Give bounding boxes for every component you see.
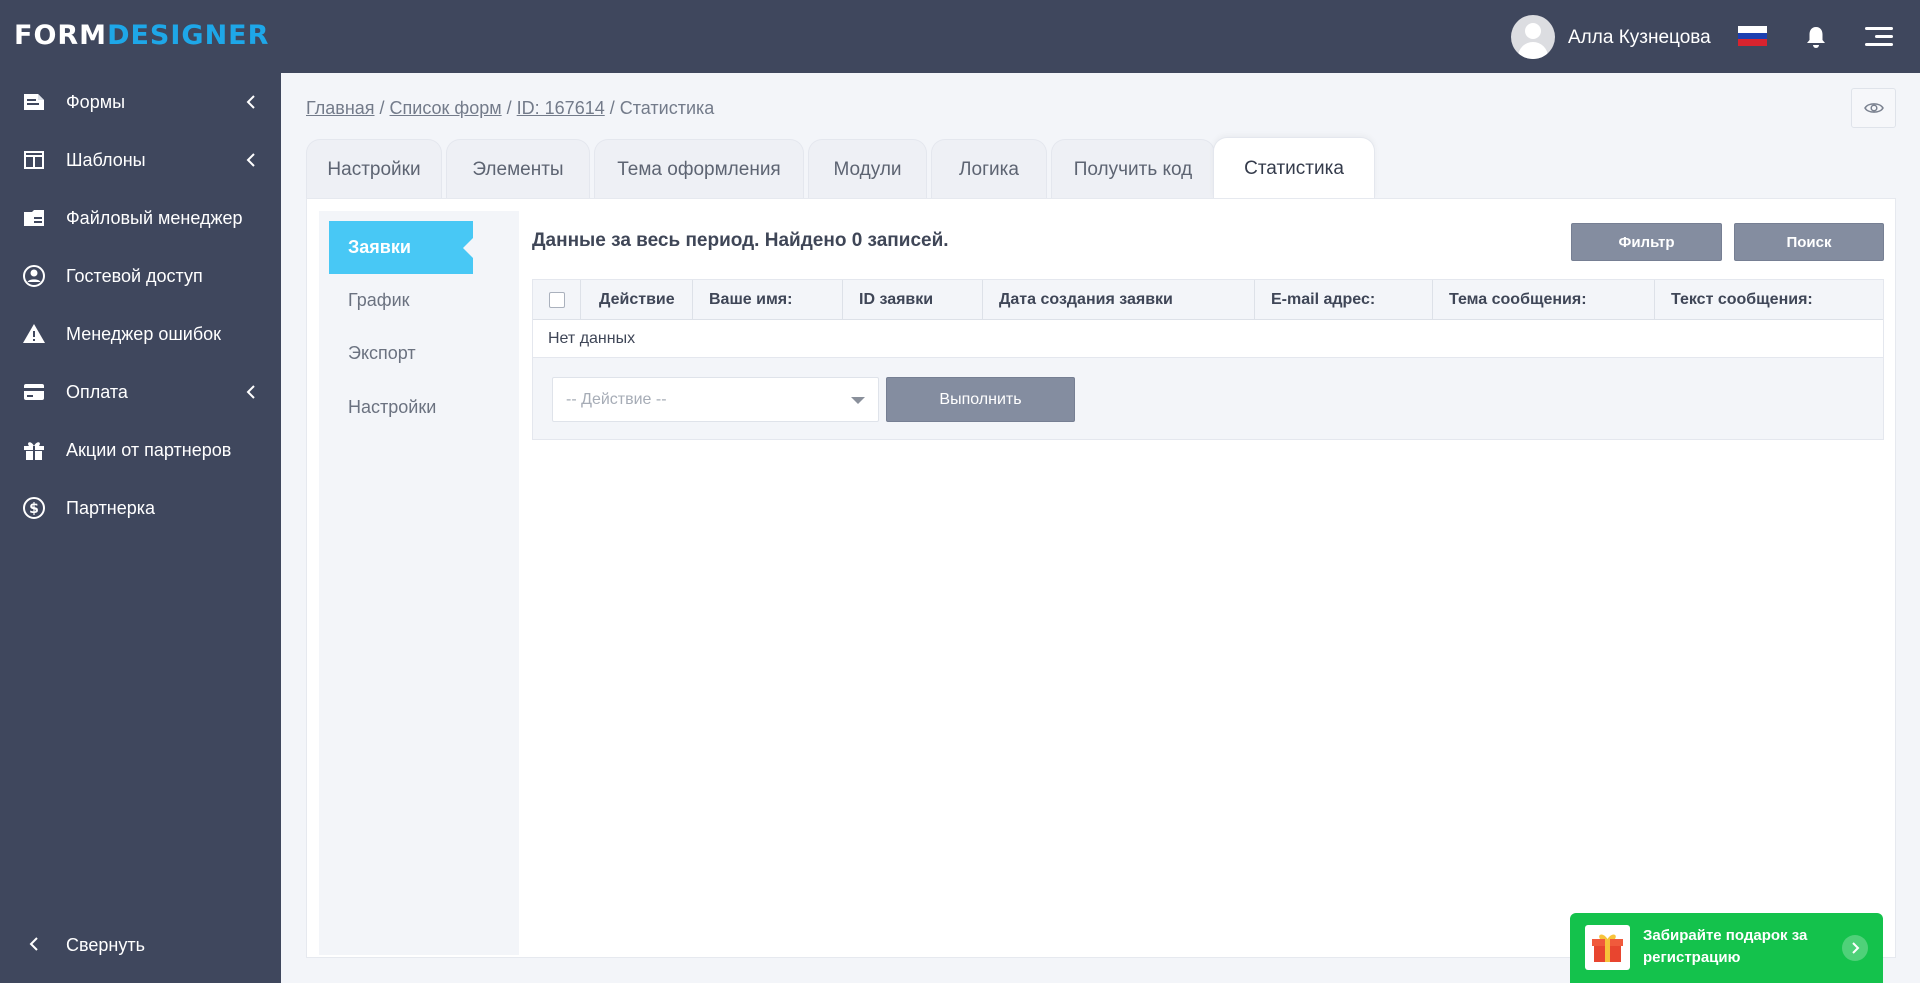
logo-form: FORM <box>14 20 108 51</box>
gift-icon <box>24 442 44 460</box>
requests-table: Действие Ваше имя: ID заявки Дата создан… <box>532 279 1884 440</box>
sidebar-item-label: Оплата <box>66 382 128 402</box>
breadcrumb: Главная / Список форм / ID: 167614 / Ста… <box>306 98 714 119</box>
tab-get-code[interactable]: Получить код <box>1051 139 1215 199</box>
sidebar-item-guest-access[interactable]: Гостевой доступ <box>0 247 281 305</box>
logo[interactable]: FORMDESIGNER <box>14 20 269 51</box>
tab-logic[interactable]: Логика <box>931 139 1047 199</box>
sidebar-item-label: Менеджер ошибок <box>66 324 222 344</box>
user-circle-icon <box>23 265 45 287</box>
sidebar-item-templates[interactable]: Шаблоны <box>0 131 281 189</box>
chevron-right-icon[interactable] <box>1842 935 1868 961</box>
breadcrumb-separator: / <box>501 98 517 118</box>
records-summary: Данные за весь период. Найдено 0 записей… <box>532 230 949 251</box>
subnav-item-label: Экспорт <box>348 343 416 363</box>
subnav-item-label: График <box>348 290 410 310</box>
forms-icon <box>24 94 44 110</box>
dollar-circle-icon: $ <box>23 497 45 519</box>
subnav-item-label: Заявки <box>348 237 411 257</box>
subnav-item-requests[interactable]: Заявки <box>329 221 473 274</box>
breadcrumb-forms-list[interactable]: Список форм <box>390 98 502 118</box>
column-header[interactable]: E-mail адрес: <box>1255 280 1433 320</box>
tab-modules[interactable]: Модули <box>808 139 927 199</box>
subnav-item-chart[interactable]: График <box>329 274 473 327</box>
tab-elements[interactable]: Элементы <box>446 139 590 199</box>
breadcrumb-separator: / <box>374 98 390 118</box>
column-header[interactable]: Тема сообщения: <box>1433 280 1655 320</box>
sidebar-item-partner-promos[interactable]: Акции от партнеров <box>0 421 281 479</box>
collapse-label: Свернуть <box>66 935 145 955</box>
chevron-left-icon <box>246 95 255 109</box>
sidebar-item-forms[interactable]: Формы <box>0 73 281 131</box>
tab-theme[interactable]: Тема оформления <box>594 139 804 199</box>
chevron-left-icon <box>246 153 255 167</box>
table-header: Действие Ваше имя: ID заявки Дата создан… <box>533 280 1883 320</box>
subnav-item-settings[interactable]: Настройки <box>329 381 473 434</box>
sidebar-item-file-manager[interactable]: Файловый менеджер <box>0 189 281 247</box>
bell-icon[interactable] <box>1805 25 1827 49</box>
sidebar-item-payment[interactable]: Оплата <box>0 363 281 421</box>
user-name[interactable]: Алла Кузнецова <box>1568 27 1711 49</box>
table-row: Нет данных <box>533 320 1883 358</box>
breadcrumb-form-id[interactable]: ID: 167614 <box>517 98 605 118</box>
tab-settings[interactable]: Настройки <box>306 139 442 199</box>
top-bar: FORMDESIGNER Алла Кузнецова <box>0 0 1920 73</box>
column-header[interactable]: Ваше имя: <box>693 280 843 320</box>
collapse-sidebar-button[interactable]: Свернуть <box>0 920 281 970</box>
select-all-checkbox[interactable] <box>549 292 565 308</box>
column-header[interactable]: Текст сообщения: <box>1655 280 1883 320</box>
select-all-cell <box>533 280 581 320</box>
sidebar-item-label: Акции от партнеров <box>66 440 232 460</box>
sidebar-item-label: Файловый менеджер <box>66 208 243 228</box>
column-header[interactable]: ID заявки <box>843 280 983 320</box>
sidebar-item-error-manager[interactable]: Менеджер ошибок <box>0 305 281 363</box>
breadcrumb-current: Статистика <box>619 98 715 118</box>
search-button[interactable]: Поиск <box>1734 223 1884 261</box>
breadcrumb-separator: / <box>604 98 620 118</box>
logo-designer: DESIGNER <box>107 20 270 51</box>
avatar[interactable] <box>1511 15 1555 59</box>
preview-button[interactable] <box>1851 88 1896 128</box>
warning-icon <box>23 324 45 343</box>
templates-icon <box>24 151 44 169</box>
sidebar: Формы Шаблоны Файловый менеджер Гостевой… <box>0 73 281 983</box>
eye-icon <box>1864 103 1884 113</box>
russian-flag-icon[interactable] <box>1738 26 1767 46</box>
empty-table-text: Нет данных <box>548 330 636 347</box>
credit-card-icon <box>24 384 44 400</box>
gift-box-icon <box>1585 925 1630 970</box>
column-header[interactable]: Действие <box>581 280 693 320</box>
sidebar-item-label: Партнерка <box>66 498 156 518</box>
execute-button[interactable]: Выполнить <box>886 377 1075 422</box>
filter-button[interactable]: Фильтр <box>1571 223 1722 261</box>
breadcrumb-home[interactable]: Главная <box>306 98 375 118</box>
column-header[interactable]: Дата создания заявки <box>983 280 1255 320</box>
chevron-left-icon <box>29 937 38 951</box>
subnav-item-export[interactable]: Экспорт <box>329 327 473 380</box>
statistics-subnav: Заявки График Экспорт Настройки <box>319 211 519 955</box>
file-manager-icon <box>24 210 44 226</box>
sidebar-item-label: Гостевой доступ <box>66 266 203 286</box>
tab-statistics[interactable]: Статистика <box>1213 137 1375 199</box>
statistics-panel: Заявки График Экспорт Настройки Данные з… <box>306 198 1896 958</box>
chevron-left-icon <box>246 385 255 399</box>
menu-toggle-icon[interactable] <box>1865 27 1893 47</box>
sidebar-item-affiliate[interactable]: $ Партнерка <box>0 479 281 537</box>
subnav-item-label: Настройки <box>348 397 437 417</box>
promo-text: Забирайте подарок за регистрацию <box>1643 927 1808 966</box>
svg-text:$: $ <box>29 501 39 517</box>
registration-gift-promo[interactable]: Забирайте подарок за регистрацию <box>1570 913 1883 983</box>
caret-down-icon <box>851 397 865 404</box>
sidebar-item-label: Формы <box>66 92 126 112</box>
bulk-action-placeholder: -- Действие -- <box>566 391 667 408</box>
sidebar-item-label: Шаблоны <box>66 150 146 170</box>
bulk-action-select[interactable]: -- Действие -- <box>552 377 879 422</box>
